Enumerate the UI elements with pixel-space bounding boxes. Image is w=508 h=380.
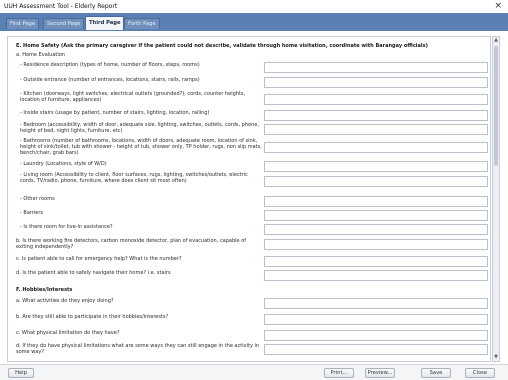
tab-second-page[interactable]: Second Page: [43, 18, 85, 29]
home-evaluation-heading: a. Home Evaluation: [16, 52, 65, 58]
help-button[interactable]: Help: [8, 368, 34, 378]
live-in-assistance-input[interactable]: [264, 224, 488, 235]
kitchen-input[interactable]: [264, 94, 488, 105]
print-button[interactable]: Print...: [324, 368, 354, 378]
scroll-up-icon[interactable]: ▲: [493, 37, 499, 44]
fire-detectors-label: b. Is there working fire detectors, carb…: [16, 238, 246, 251]
outside-entrance-label: - Outside entrance (number of entrances,…: [20, 77, 200, 83]
window-title: UUH Assessment Tool - Elderly Report: [4, 3, 118, 10]
physical-limitation-input[interactable]: [264, 330, 488, 341]
living-room-label: - Living room (Accessibility to client, …: [20, 172, 248, 185]
tab-third-page[interactable]: Third Page: [85, 16, 125, 30]
bathrooms-label: - Bathrooms (number of bathrooms, locati…: [20, 138, 262, 157]
emergency-help-input[interactable]: [264, 256, 488, 267]
residence-input[interactable]: [264, 62, 488, 73]
bedroom-input[interactable]: [264, 124, 488, 135]
physical-limitation-label: c. What physical limitation do they have…: [16, 330, 120, 336]
laundry-label: - Laundry (Locations, style of W/D): [20, 161, 107, 167]
residence-label: - Residence description (types of home, …: [20, 62, 200, 68]
bedroom-label: - Bedroom (accessibility, width of door,…: [20, 122, 259, 135]
laundry-input[interactable]: [264, 161, 488, 172]
other-rooms-input[interactable]: [264, 196, 488, 207]
form-content: E. Home Safety (Ask the primary caregive…: [7, 36, 491, 362]
scroll-thumb[interactable]: [494, 46, 498, 166]
hobbies-participation-input[interactable]: [264, 314, 488, 325]
tab-bar: First Page Second Page Third Page Forth …: [0, 13, 508, 31]
tab-forth-page[interactable]: Forth Page: [124, 18, 160, 29]
engage-activity-label: d. If they do have physical limitations …: [16, 343, 260, 356]
hobbies-participation-label: b. Are they still able to participate in…: [16, 314, 169, 320]
fire-detectors-input[interactable]: [264, 239, 488, 250]
living-room-input[interactable]: [264, 176, 488, 187]
activities-input[interactable]: [264, 298, 488, 309]
navigate-home-label: d. Is the patient able to safely navigat…: [16, 270, 171, 276]
kitchen-label: - Kitchen (doorways, light switches, ele…: [20, 91, 246, 104]
barriers-input[interactable]: [264, 210, 488, 221]
footer-bar: Help Print... Preview... Save Close: [0, 364, 508, 380]
vertical-scrollbar[interactable]: ▲ ▼: [492, 36, 500, 362]
emergency-help-label: c. Is patient able to call for emergency…: [16, 256, 182, 262]
section-e-heading: E. Home Safety (Ask the primary caregive…: [16, 43, 428, 49]
inside-stairs-label: - Inside stairs (usage by patient, numbe…: [20, 110, 210, 116]
engage-activity-input[interactable]: [264, 344, 488, 355]
inside-stairs-input[interactable]: [264, 110, 488, 121]
tab-first-page[interactable]: First Page: [6, 18, 40, 29]
other-rooms-label: - Other rooms: [20, 196, 55, 202]
save-button[interactable]: Save: [421, 368, 451, 378]
preview-button[interactable]: Preview...: [365, 368, 395, 378]
navigate-home-input[interactable]: [264, 270, 488, 281]
close-icon[interactable]: ×: [494, 1, 502, 11]
window-titlebar: UUH Assessment Tool - Elderly Report ×: [0, 0, 508, 13]
section-f-heading: F. Hobbies/Interests: [16, 287, 73, 293]
close-button[interactable]: Close: [465, 368, 495, 378]
activities-label: a. What activities do they enjoy doing?: [16, 298, 114, 304]
scroll-down-icon[interactable]: ▼: [493, 354, 499, 361]
live-in-assistance-label: - Is there room for live-in assistance?: [20, 224, 113, 230]
outside-entrance-input[interactable]: [264, 77, 488, 88]
bathrooms-input[interactable]: [264, 142, 488, 153]
barriers-label: - Barriers: [20, 210, 44, 216]
